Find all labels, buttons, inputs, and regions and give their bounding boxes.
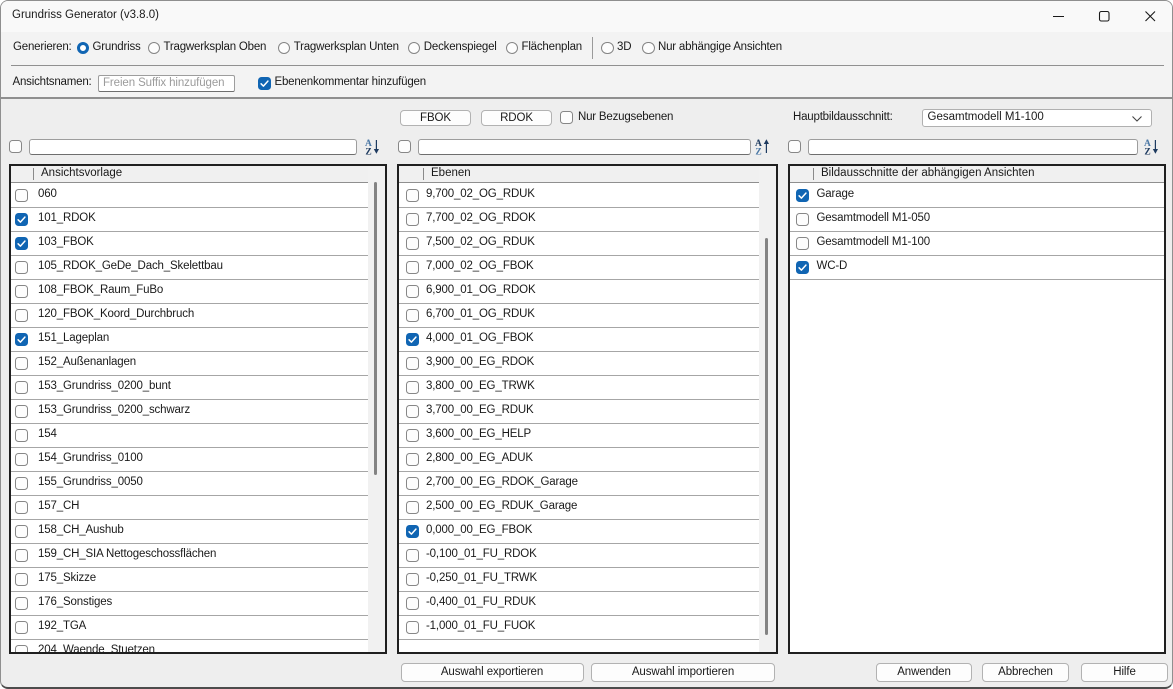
svg-text:Z: Z xyxy=(1144,147,1150,155)
svg-text:Z: Z xyxy=(365,147,371,155)
svg-text:Z: Z xyxy=(755,147,761,155)
